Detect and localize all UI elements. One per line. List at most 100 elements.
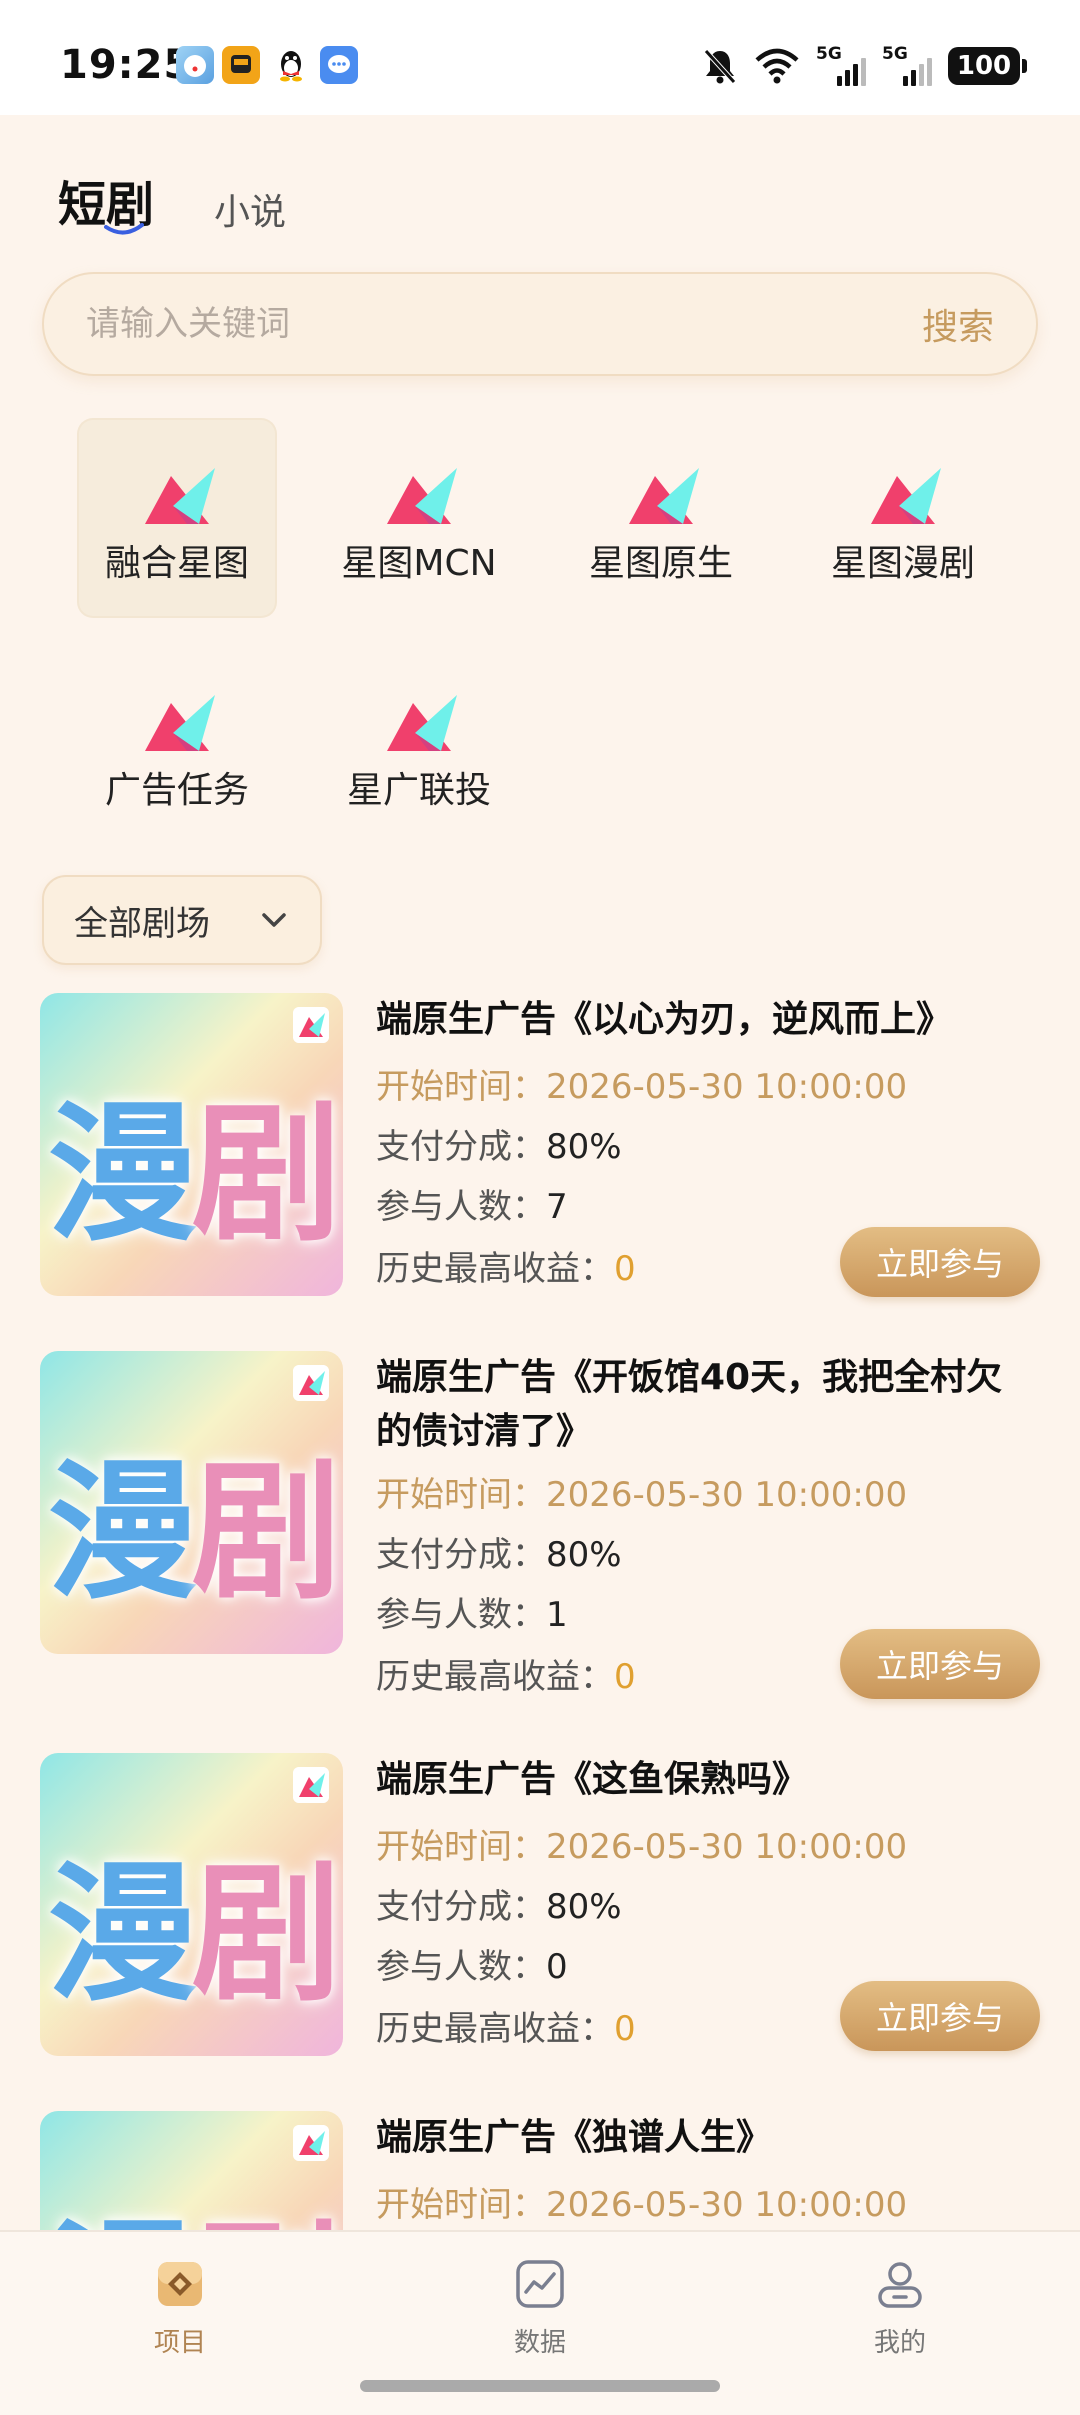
- nav-label: 我的: [873, 2328, 926, 2358]
- profile-icon: [878, 2262, 922, 2308]
- nav-data[interactable]: 数据: [440, 2256, 640, 2359]
- train-ticket-app-icon: [222, 46, 260, 84]
- home-indicator[interactable]: [360, 2380, 720, 2392]
- search-button[interactable]: 搜索: [922, 298, 994, 350]
- start-time-row: 开始时间：2026-05-30 10:00:00: [376, 2177, 907, 2226]
- revenue-share-label: 支付分成：: [376, 1887, 546, 1927]
- join-button[interactable]: 立即参与: [840, 1629, 1040, 1699]
- nav-label: 数据: [513, 2328, 566, 2358]
- xingtu-badge-icon: [293, 1365, 329, 1401]
- content-type-tabs: 短剧 小说: [58, 165, 286, 235]
- revenue-share-row: 支付分成：80%: [376, 1879, 622, 1928]
- revenue-share-label: 支付分成：: [376, 1127, 546, 1167]
- thumbnail-title: 漫剧: [40, 1053, 343, 1270]
- drama-thumbnail[interactable]: 漫剧: [40, 1351, 343, 1654]
- start-time-row: 开始时间：2026-05-30 10:00:00: [376, 1819, 907, 1868]
- participants-row: 参与人数：7: [376, 1179, 568, 1228]
- revenue-share-value: 80%: [546, 1127, 622, 1167]
- drama-title[interactable]: 端原生广告《开饭馆40天，我把全村欠的债讨清了》: [376, 1351, 1016, 1459]
- thumbnail-title: 漫剧: [40, 1813, 343, 2030]
- category-xingtu-native[interactable]: 星图原生: [563, 420, 759, 616]
- revenue-share-label: 支付分成：: [376, 1535, 546, 1575]
- start-time-row: 开始时间：2026-05-30 10:00:00: [376, 1059, 907, 1108]
- drama-title[interactable]: 端原生广告《这鱼保熟吗》: [376, 1753, 1016, 1807]
- start-time-label: 开始时间：: [376, 2185, 546, 2225]
- participants-value: 7: [546, 1187, 568, 1227]
- start-time-row: 开始时间：2026-05-30 10:00:00: [376, 1467, 907, 1516]
- status-bar: 19:25 5G 5G 100: [0, 0, 1080, 115]
- wifi-icon: [755, 48, 799, 84]
- chevron-down-icon: [262, 913, 286, 927]
- category-xingtu-comic-drama[interactable]: 星图漫剧: [805, 420, 1001, 616]
- max-earnings-value: 0: [614, 1657, 636, 1697]
- category-xingguang-joint[interactable]: 星广联投: [321, 647, 517, 843]
- drama-title[interactable]: 端原生广告《独谱人生》: [376, 2111, 1016, 2165]
- drama-thumbnail[interactable]: 漫剧: [40, 1753, 343, 2056]
- category-fusion-xingtu[interactable]: 融合星图: [79, 420, 275, 616]
- participants-label: 参与人数：: [376, 1187, 546, 1227]
- xingtu-logo-icon: [871, 468, 941, 524]
- doraemon-app-icon: [176, 46, 214, 84]
- drama-thumbnail[interactable]: 漫剧: [40, 993, 343, 1296]
- category-label: 星广联投: [346, 770, 491, 811]
- join-button[interactable]: 立即参与: [840, 1981, 1040, 2051]
- thumbnail-glyph: 剧: [191, 1446, 342, 1620]
- thumbnail-glyph: 漫: [47, 1848, 197, 2022]
- active-tab-indicator: [104, 223, 144, 235]
- thumbnail-glyph: 漫: [47, 1446, 197, 1620]
- start-time-value: 2026-05-30 10:00:00: [546, 2185, 908, 2225]
- xingtu-logo-icon: [387, 468, 457, 524]
- signal-bars-icon: [837, 58, 866, 86]
- start-time-label: 开始时间：: [376, 1827, 546, 1867]
- list-item: 漫剧 端原生广告《以心为刃，逆风而上》 开始时间：2026-05-30 10:0…: [0, 993, 1080, 1323]
- nav-projects[interactable]: 项目: [80, 2256, 280, 2359]
- xingtu-badge-icon: [293, 1007, 329, 1043]
- participants-value: 0: [546, 1947, 568, 1987]
- xingtu-logo-icon: [387, 695, 457, 751]
- status-indicators: 5G 5G 100: [702, 44, 1027, 88]
- max-earnings-label: 历史最高收益：: [376, 1657, 614, 1697]
- participants-label: 参与人数：: [376, 1595, 546, 1635]
- xingtu-logo-icon: [145, 695, 215, 751]
- max-earnings-label: 历史最高收益：: [376, 2009, 614, 2049]
- start-time-label: 开始时间：: [376, 1475, 546, 1515]
- battery-indicator: 100: [948, 47, 1027, 85]
- qq-penguin-icon: [272, 46, 310, 84]
- message-bubble-icon: [320, 46, 358, 84]
- max-earnings-row: 历史最高收益：0: [376, 1649, 636, 1698]
- max-earnings-row: 历史最高收益：0: [376, 1241, 636, 1290]
- status-time: 19:25: [60, 42, 193, 88]
- thumbnail-glyph: 剧: [191, 1088, 342, 1262]
- list-item: 漫剧 端原生广告《这鱼保熟吗》 开始时间：2026-05-30 10:00:00…: [0, 1753, 1080, 2083]
- xingtu-logo-icon: [145, 468, 215, 524]
- revenue-share-row: 支付分成：80%: [376, 1527, 622, 1576]
- participants-row: 参与人数：1: [376, 1587, 568, 1636]
- category-label: 星图MCN: [341, 543, 497, 584]
- signal-5g-1: 5G: [816, 44, 866, 86]
- max-earnings-value: 0: [614, 1249, 636, 1289]
- chart-icon: [516, 2260, 564, 2308]
- max-earnings-value: 0: [614, 2009, 636, 2049]
- project-icon: [158, 2262, 202, 2306]
- join-button[interactable]: 立即参与: [840, 1227, 1040, 1297]
- search-bar: 搜索: [42, 272, 1038, 376]
- participants-row: 参与人数：0: [376, 1939, 568, 1988]
- start-time-value: 2026-05-30 10:00:00: [546, 1067, 908, 1107]
- category-label: 星图漫剧: [830, 543, 975, 584]
- search-input[interactable]: [86, 304, 922, 344]
- list-item: 漫剧 端原生广告《开饭馆40天，我把全村欠的债讨清了》 开始时间：2026-05…: [0, 1351, 1080, 1699]
- theater-filter-dropdown[interactable]: 全部剧场: [42, 875, 322, 965]
- thumbnail-title: 漫剧: [40, 1411, 343, 1628]
- category-label: 星图原生: [588, 543, 733, 584]
- category-ad-task[interactable]: 广告任务: [79, 647, 275, 843]
- revenue-share-row: 支付分成：80%: [376, 1119, 622, 1168]
- nav-profile[interactable]: 我的: [800, 2256, 1000, 2359]
- nav-label: 项目: [153, 2328, 206, 2358]
- max-earnings-row: 历史最高收益：0: [376, 2001, 636, 2050]
- drama-title[interactable]: 端原生广告《以心为刃，逆风而上》: [376, 993, 1016, 1047]
- tab-novel[interactable]: 小说: [214, 183, 286, 235]
- category-label: 融合星图: [104, 543, 249, 584]
- thumbnail-glyph: 漫: [47, 1088, 197, 1262]
- category-xingtu-mcn[interactable]: 星图MCN: [321, 420, 517, 616]
- revenue-share-value: 80%: [546, 1887, 622, 1927]
